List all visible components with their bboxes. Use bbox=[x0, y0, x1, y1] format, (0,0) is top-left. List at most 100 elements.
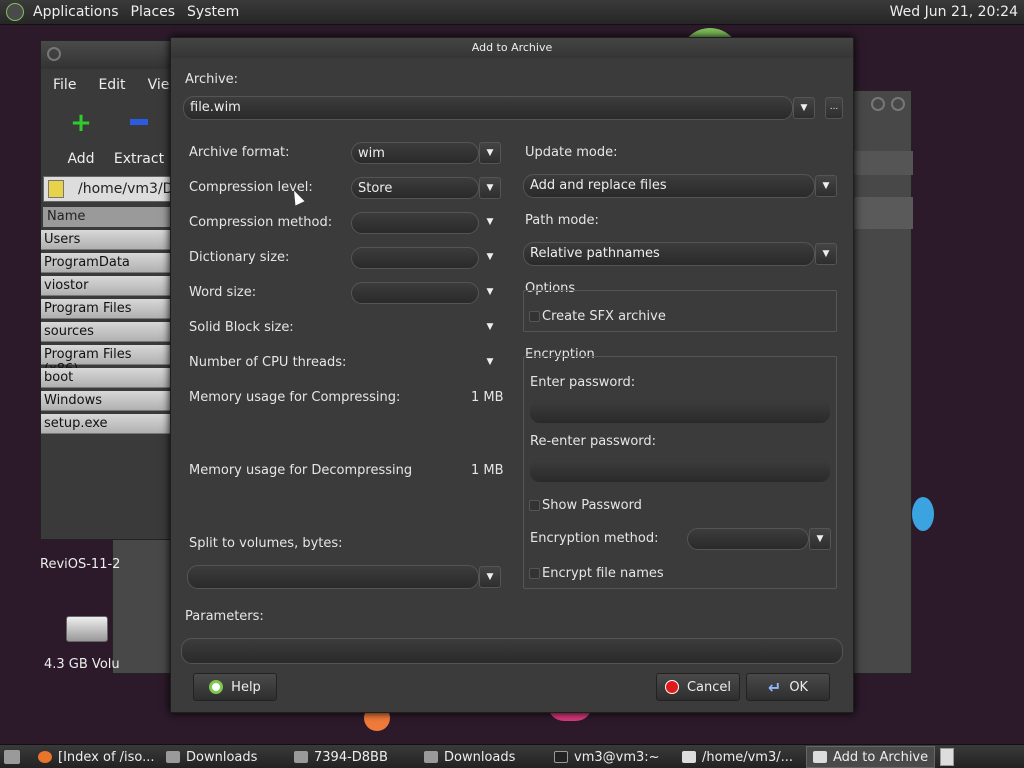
taskbar: [Index of /iso... Downloads 7394-D8BB Do… bbox=[0, 744, 1024, 768]
archive-dropdown-button[interactable]: ▼ bbox=[793, 97, 815, 119]
compression-method-label: Compression method: bbox=[189, 215, 333, 230]
terminal-icon bbox=[554, 751, 568, 763]
cpu-threads-select[interactable] bbox=[351, 352, 479, 374]
ok-label: OK bbox=[789, 679, 809, 695]
archive-format-label: Archive format: bbox=[189, 145, 290, 160]
list-item[interactable]: sources bbox=[41, 322, 171, 342]
taskbar-item[interactable]: /home/vm3/... bbox=[682, 748, 793, 766]
show-password-label[interactable]: Show Password bbox=[542, 498, 642, 513]
solid-block-size-dropdown[interactable]: ▼ bbox=[479, 317, 501, 339]
extract-button[interactable]: Extract bbox=[109, 111, 169, 167]
reenter-password-input[interactable] bbox=[529, 459, 831, 483]
list-item[interactable]: viostor bbox=[41, 276, 171, 296]
menu-system[interactable]: System bbox=[187, 4, 239, 20]
minus-icon bbox=[130, 119, 148, 125]
file-manager-titlebar[interactable] bbox=[41, 41, 179, 69]
mem-compress-label: Memory usage for Compressing: bbox=[189, 390, 401, 405]
list-item[interactable]: ProgramData bbox=[41, 253, 171, 273]
solid-block-size-select[interactable] bbox=[351, 317, 479, 339]
taskbar-label: /home/vm3/... bbox=[702, 749, 794, 765]
archive-format-select[interactable]: wim bbox=[351, 142, 479, 164]
cancel-label: Cancel bbox=[686, 679, 732, 695]
list-item[interactable]: Program Files (x86) bbox=[41, 345, 171, 377]
enter-password-label: Enter password: bbox=[530, 375, 636, 390]
show-desktop-button[interactable] bbox=[4, 748, 20, 766]
add-to-archive-dialog: Add to Archive Archive: file.wim ▼ ... A… bbox=[170, 37, 854, 713]
update-mode-label: Update mode: bbox=[525, 145, 618, 160]
sfx-checkbox[interactable] bbox=[529, 311, 540, 322]
archive-input[interactable]: file.wim bbox=[183, 96, 793, 120]
list-item[interactable]: Program Files bbox=[41, 299, 171, 319]
taskbar-label: vm3@vm3:~ bbox=[574, 749, 660, 765]
taskbar-item[interactable]: vm3@vm3:~ bbox=[554, 748, 660, 766]
drive-icon[interactable] bbox=[66, 616, 108, 642]
encrypt-names-label[interactable]: Encrypt file names bbox=[542, 566, 664, 581]
column-header-name[interactable]: Name bbox=[43, 207, 179, 227]
folder-icon bbox=[424, 751, 438, 763]
browse-button[interactable]: ... bbox=[825, 97, 843, 119]
dictionary-size-select[interactable] bbox=[351, 247, 479, 269]
compression-method-dropdown[interactable]: ▼ bbox=[479, 212, 501, 234]
update-mode-dropdown[interactable]: ▼ bbox=[815, 175, 837, 197]
cancel-button[interactable]: Cancel bbox=[656, 673, 740, 701]
folder-up-icon[interactable] bbox=[48, 180, 64, 198]
menu-places[interactable]: Places bbox=[131, 4, 176, 20]
cpu-threads-dropdown[interactable]: ▼ bbox=[479, 352, 501, 374]
menu-applications[interactable]: Applications bbox=[33, 4, 119, 20]
compression-level-dropdown[interactable]: ▼ bbox=[479, 177, 501, 199]
parameters-input[interactable] bbox=[181, 638, 843, 664]
encrypt-names-checkbox[interactable] bbox=[529, 568, 540, 579]
compression-level-select[interactable]: Store bbox=[351, 177, 479, 199]
ok-button[interactable]: ↵ OK bbox=[746, 673, 830, 701]
folder-icon bbox=[166, 751, 180, 763]
mem-decompress-value: 1 MB bbox=[471, 463, 504, 478]
taskbar-item[interactable]: Downloads bbox=[166, 748, 257, 766]
taskbar-item[interactable]: Downloads bbox=[424, 748, 515, 766]
dictionary-size-dropdown[interactable]: ▼ bbox=[479, 247, 501, 269]
desktop-orb-blue bbox=[912, 497, 934, 531]
extract-label: Extract bbox=[113, 151, 165, 167]
password-input[interactable] bbox=[529, 400, 831, 424]
menu-edit[interactable]: Edit bbox=[98, 77, 125, 93]
word-size-label: Word size: bbox=[189, 285, 257, 300]
window-close-icon[interactable] bbox=[47, 47, 61, 61]
taskbar-item[interactable]: 7394-D8BB bbox=[294, 748, 388, 766]
list-item[interactable]: Users bbox=[41, 230, 171, 250]
firefox-icon bbox=[38, 751, 52, 763]
desktop-label-iso[interactable]: ReviOS-11-2 bbox=[40, 557, 120, 572]
clock[interactable]: Wed Jun 21, 20:24 bbox=[890, 4, 1018, 20]
list-item[interactable]: setup.exe bbox=[41, 414, 171, 434]
window-button-icon[interactable] bbox=[871, 97, 885, 111]
split-volumes-dropdown[interactable]: ▼ bbox=[479, 566, 501, 588]
workspace-switcher[interactable] bbox=[940, 748, 954, 766]
taskbar-item[interactable]: [Index of /iso... bbox=[38, 748, 155, 766]
dialog-title[interactable]: Add to Archive bbox=[171, 38, 853, 58]
add-button[interactable]: + Add bbox=[59, 108, 103, 167]
menu-file[interactable]: File bbox=[53, 77, 76, 93]
show-password-checkbox[interactable] bbox=[529, 500, 540, 511]
window-button-icon[interactable] bbox=[891, 97, 905, 111]
archive-app-icon bbox=[813, 751, 827, 763]
list-item[interactable]: boot bbox=[41, 368, 171, 388]
path-mode-select[interactable]: Relative pathnames bbox=[523, 242, 815, 266]
word-size-dropdown[interactable]: ▼ bbox=[479, 282, 501, 304]
help-button[interactable]: Help bbox=[193, 673, 277, 701]
split-volumes-input[interactable] bbox=[187, 565, 479, 589]
compression-method-select[interactable] bbox=[351, 212, 479, 234]
list-item[interactable]: Windows bbox=[41, 391, 171, 411]
distro-logo-icon[interactable] bbox=[6, 3, 24, 21]
archive-format-dropdown[interactable]: ▼ bbox=[479, 142, 501, 164]
path-field[interactable]: /home/vm3/Do bbox=[43, 176, 182, 202]
add-label: Add bbox=[67, 151, 95, 167]
encryption-method-select[interactable] bbox=[687, 528, 809, 550]
taskbar-label: Downloads bbox=[444, 749, 516, 765]
word-size-select[interactable] bbox=[351, 282, 479, 304]
sfx-label[interactable]: Create SFX archive bbox=[542, 309, 666, 324]
taskbar-item-active[interactable]: Add to Archive bbox=[806, 746, 936, 768]
encryption-method-dropdown[interactable]: ▼ bbox=[809, 528, 831, 550]
update-mode-select[interactable]: Add and replace files bbox=[523, 174, 815, 198]
plus-icon: + bbox=[70, 108, 92, 138]
desktop-label-drive[interactable]: 4.3 GB Volu bbox=[44, 657, 120, 672]
path-mode-dropdown[interactable]: ▼ bbox=[815, 243, 837, 265]
archive-label: Archive: bbox=[185, 72, 239, 87]
